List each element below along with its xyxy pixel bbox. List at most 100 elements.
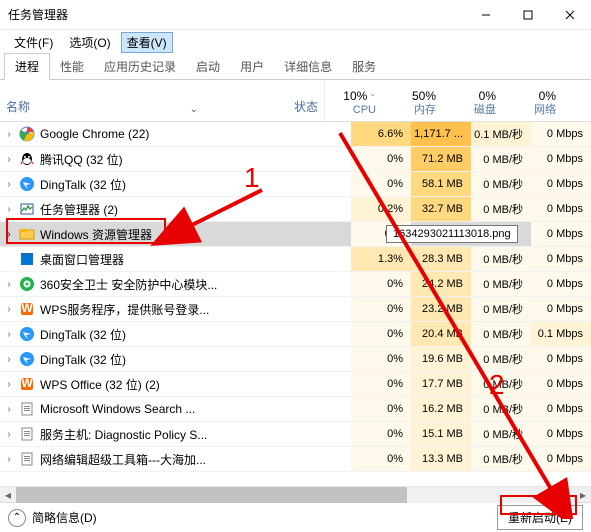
cell-mem: 19.6 MB [411, 347, 471, 371]
horizontal-scrollbar[interactable]: ◂ ▸ [0, 486, 591, 502]
tab-services[interactable]: 服务 [342, 54, 386, 79]
menu-view[interactable]: 查看(V) [121, 32, 173, 53]
close-button[interactable] [549, 0, 591, 30]
table-row[interactable]: ›服务主机: Diagnostic Policy S...0%15.1 MB0 … [0, 422, 591, 447]
cell-mem: 20.4 MB [411, 322, 471, 346]
cell-cpu: 6.6% [351, 122, 411, 146]
expand-icon[interactable]: › [0, 154, 18, 165]
process-name: WPS服务程序，提供账号登录... [36, 301, 231, 318]
minimize-button[interactable] [465, 0, 507, 30]
process-table[interactable]: ›Google Chrome (22)6.6%1,171.7 ...0.1 MB… [0, 122, 591, 486]
cell-net: 0 Mbps [531, 372, 591, 396]
cell-disk: 0 MB/秒 [471, 372, 531, 396]
tab-processes[interactable]: 进程 [4, 53, 50, 80]
cell-disk: 0 MB/秒 [471, 447, 531, 471]
table-row[interactable]: ›360安全卫士 安全防护中心模块...0%24.2 MB0 MB/秒0 Mbp… [0, 272, 591, 297]
footer: ⌃ 简略信息(D) 重新启动(E) [0, 502, 591, 532]
table-row[interactable]: ›DingTalk (32 位)0%19.6 MB0 MB/秒0 Mbps [0, 347, 591, 372]
cell-net: 0 Mbps [531, 347, 591, 371]
expand-icon[interactable]: › [0, 454, 18, 465]
cell-disk: 0 MB/秒 [471, 197, 531, 221]
scroll-thumb[interactable] [16, 487, 407, 503]
window-title: 任务管理器 [8, 6, 465, 23]
cell-disk: 0 MB/秒 [471, 347, 531, 371]
cell-mem: 24.2 MB [411, 272, 471, 296]
menu-file[interactable]: 文件(F) [8, 32, 59, 53]
maximize-button[interactable] [507, 0, 549, 30]
taskmgr-icon [18, 201, 36, 217]
cell-disk: 0 MB/秒 [471, 297, 531, 321]
cell-cpu: 0.2% [351, 197, 411, 221]
cell-mem: 1,171.7 ... [411, 122, 471, 146]
table-row[interactable]: ›WWPS服务程序，提供账号登录...0%23.2 MB0 MB/秒0 Mbps [0, 297, 591, 322]
expand-icon[interactable]: › [0, 379, 18, 390]
tab-users[interactable]: 用户 [230, 54, 274, 79]
disk-label: 磁盘 [474, 103, 496, 117]
table-row[interactable]: ›网络编辑超级工具箱---大海加...0%13.3 MB0 MB/秒0 Mbps [0, 447, 591, 472]
cell-disk: 0 MB/秒 [471, 172, 531, 196]
column-name[interactable]: 名称 ⌄ [0, 80, 204, 121]
cell-cpu: 0% [351, 372, 411, 396]
cell-mem: 15.1 MB [411, 422, 471, 446]
scroll-right-icon[interactable]: ▸ [575, 488, 591, 502]
table-row[interactable]: ›Google Chrome (22)6.6%1,171.7 ...0.1 MB… [0, 122, 591, 147]
table-row[interactable]: 桌面窗口管理器1.3%28.3 MB0 MB/秒0 Mbps [0, 247, 591, 272]
memory-label: 内存 [414, 103, 436, 117]
expand-icon[interactable]: › [0, 129, 18, 140]
sort-caret-icon: ⌄ [367, 89, 376, 103]
cell-net: 0 Mbps [531, 172, 591, 196]
cell-mem: 71.2 MB [411, 147, 471, 171]
expand-icon[interactable]: › [0, 354, 18, 365]
expand-icon[interactable]: › [0, 204, 18, 215]
table-row[interactable]: ›Windows 资源管理器0....0 Mbps [0, 222, 591, 247]
tab-details[interactable]: 详细信息 [274, 54, 342, 79]
process-name: 360安全卫士 安全防护中心模块... [36, 276, 231, 293]
restart-button[interactable]: 重新启动(E) [497, 505, 583, 530]
cell-disk: 0 MB/秒 [471, 147, 531, 171]
scroll-left-icon[interactable]: ◂ [0, 488, 16, 502]
table-row[interactable]: ›Microsoft Windows Search ...0%16.2 MB0 … [0, 397, 591, 422]
dwm-icon [18, 251, 36, 267]
table-row[interactable]: ›DingTalk (32 位)0%20.4 MB0 MB/秒0.1 Mbps [0, 322, 591, 347]
column-status-label: 状态 [294, 98, 318, 115]
scroll-track[interactable] [16, 487, 575, 503]
disk-pct: 0% [479, 89, 496, 103]
column-cpu[interactable]: 10%⌄ CPU [324, 80, 384, 121]
expand-icon[interactable]: › [0, 279, 18, 290]
process-name: 服务主机: Diagnostic Policy S... [36, 426, 231, 443]
expand-icon[interactable]: › [0, 404, 18, 415]
expand-icon[interactable]: › [0, 229, 18, 240]
column-memory[interactable]: 50% 内存 [384, 80, 444, 121]
expand-icon[interactable]: › [0, 179, 18, 190]
process-name: 腾讯QQ (32 位) [36, 151, 231, 168]
cell-cpu: 0% [351, 347, 411, 371]
fewer-details-label[interactable]: 简略信息(D) [32, 509, 97, 526]
cell-net: 0 Mbps [531, 197, 591, 221]
wps-icon: W [18, 301, 36, 317]
cell-mem: 28.3 MB [411, 247, 471, 271]
titlebar: 任务管理器 [0, 0, 591, 30]
fewer-details-icon[interactable]: ⌃ [8, 509, 26, 527]
tab-startup[interactable]: 启动 [186, 54, 230, 79]
cell-cpu: 0% [351, 272, 411, 296]
tab-performance[interactable]: 性能 [50, 54, 94, 79]
table-row[interactable]: ›DingTalk (32 位)0%58.1 MB0 MB/秒0 Mbps [0, 172, 591, 197]
table-row[interactable]: ›任务管理器 (2)0.2%32.7 MB0 MB/秒0 Mbps [0, 197, 591, 222]
cell-mem: 17.7 MB [411, 372, 471, 396]
cpu-label: CPU [353, 103, 376, 117]
expand-icon[interactable]: › [0, 429, 18, 440]
menu-options[interactable]: 选项(O) [63, 32, 116, 53]
cell-net: 0 Mbps [531, 297, 591, 321]
tab-app-history[interactable]: 应用历史记录 [94, 54, 186, 79]
column-network[interactable]: 0% 网络 [504, 80, 564, 121]
process-name: Microsoft Windows Search ... [36, 402, 231, 416]
svg-text:W: W [21, 301, 33, 315]
cell-net: 0 Mbps [531, 147, 591, 171]
table-row[interactable]: ›WWPS Office (32 位) (2)0%17.7 MB0 MB/秒0 … [0, 372, 591, 397]
column-disk[interactable]: 0% 磁盘 [444, 80, 504, 121]
column-status[interactable]: 状态 [204, 80, 324, 121]
table-row[interactable]: ›腾讯QQ (32 位)0%71.2 MB0 MB/秒0 Mbps [0, 147, 591, 172]
expand-icon[interactable]: › [0, 329, 18, 340]
expand-icon[interactable]: › [0, 304, 18, 315]
cell-disk: 0 MB/秒 [471, 272, 531, 296]
